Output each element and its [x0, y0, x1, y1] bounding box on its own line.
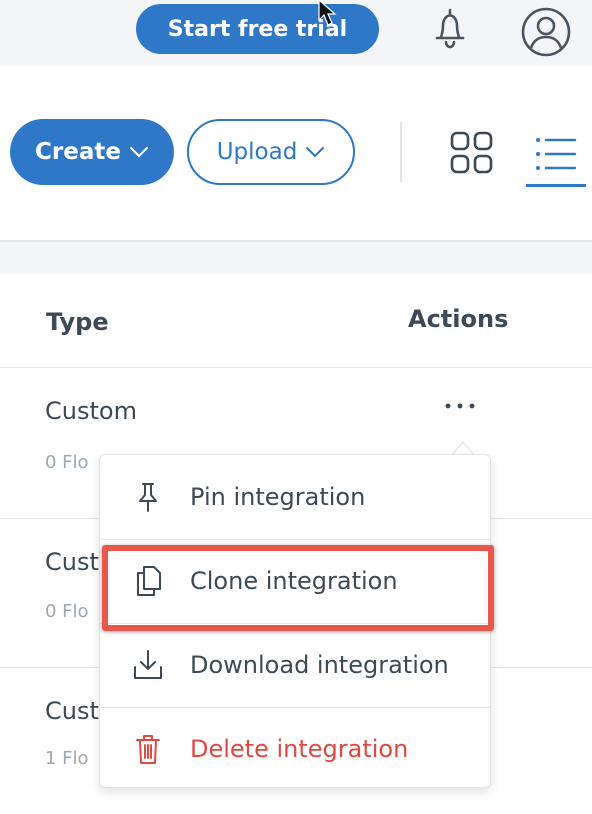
menu-item-label: Clone integration [190, 567, 398, 595]
menu-item-clone-integration[interactable]: Clone integration [100, 541, 490, 621]
row-3-type: Cust [45, 697, 99, 725]
row-3-flows: 1 Flo [45, 748, 89, 769]
menu-item-pin-integration[interactable]: Pin integration [100, 457, 490, 537]
mouse-cursor-icon [318, 0, 337, 26]
chevron-down-icon [129, 147, 148, 158]
start-free-trial-button[interactable]: Start free trial [136, 4, 379, 54]
top-header: Start free trial [0, 0, 592, 66]
upload-button-label: Upload [216, 139, 298, 165]
clone-icon [137, 566, 161, 596]
bell-icon[interactable] [430, 6, 470, 52]
menu-item-label: Download integration [190, 651, 449, 679]
row-1-flows: 0 Flo [45, 452, 89, 473]
trash-icon [136, 735, 160, 764]
avatar-icon[interactable] [520, 6, 572, 58]
toolbar-divider [400, 122, 402, 182]
header-row-divider [0, 367, 592, 368]
menu-item-download-integration[interactable]: Download integration [100, 625, 490, 705]
create-button-label: Create [35, 139, 121, 165]
grid-view-icon[interactable] [449, 130, 495, 176]
section-band [0, 242, 592, 274]
active-view-indicator [526, 184, 586, 187]
create-button[interactable]: Create [10, 119, 174, 185]
row-2-flows: 0 Flo [45, 601, 89, 622]
row-1-type: Custom [45, 397, 137, 425]
list-view-icon[interactable] [533, 134, 579, 174]
chevron-down-icon [306, 147, 325, 158]
integration-actions-menu: Pin integration Clone integration Downlo… [99, 454, 491, 788]
upload-button[interactable]: Upload [187, 119, 355, 185]
menu-divider [100, 539, 490, 540]
column-header-actions: Actions [408, 305, 509, 333]
download-icon [134, 650, 162, 679]
menu-item-delete-integration[interactable]: Delete integration [100, 709, 490, 789]
row-2-type: Cust [45, 548, 99, 576]
column-header-type[interactable]: Type [46, 308, 109, 336]
menu-divider [100, 707, 490, 708]
menu-divider [100, 623, 490, 624]
menu-item-label: Pin integration [190, 483, 366, 511]
pin-icon [139, 483, 157, 512]
menu-item-label: Delete integration [190, 735, 409, 763]
more-actions-icon[interactable] [440, 396, 480, 416]
